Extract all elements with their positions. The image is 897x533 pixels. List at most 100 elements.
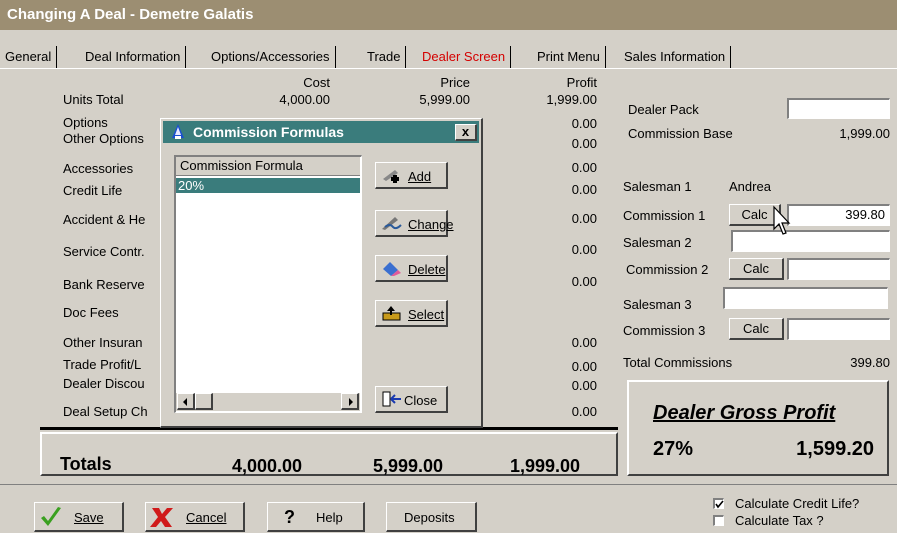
row-profit: 0.00 [571, 160, 597, 175]
row-label: Options [63, 115, 108, 130]
commission1-input[interactable]: 399.80 [787, 204, 890, 226]
checkbox-box[interactable] [713, 515, 724, 526]
cancel-button[interactable]: Cancel [145, 502, 245, 532]
header-price: Price [440, 75, 470, 90]
eraser-icon [381, 260, 401, 276]
row-profit: 0.00 [571, 242, 597, 257]
tab-options-accessories[interactable]: Options/Accessories [206, 46, 336, 68]
checkmark-icon [39, 505, 63, 532]
row-profit: 0.00 [571, 182, 597, 197]
dealer-pack-input[interactable] [787, 98, 890, 119]
row-label: Bank Reserve [63, 277, 145, 292]
select-icon [381, 305, 401, 321]
totals-price: 5,999.00 [373, 456, 444, 476]
help-label: Help [316, 510, 343, 525]
cancel-label: Cancel [186, 510, 227, 525]
commission3-label: Commission 3 [623, 323, 706, 338]
formula-list[interactable]: Commission Formula 20% [174, 155, 362, 413]
salesman2-input[interactable] [731, 230, 890, 252]
change-icon [381, 215, 402, 231]
calc2-button[interactable]: Calc [729, 258, 784, 280]
close-label: Close [404, 393, 438, 408]
commission1-label: Commission 1 [623, 208, 706, 223]
add-icon [381, 167, 401, 183]
scroll-thumb[interactable] [195, 393, 213, 410]
horizontal-scrollbar[interactable] [176, 393, 360, 411]
header-cost: Cost [303, 75, 330, 90]
row-profit: 0.00 [571, 335, 597, 350]
row-label: Dealer Discou [63, 376, 145, 391]
row-profit: 0.00 [571, 274, 597, 289]
delete-button[interactable]: Delete [375, 255, 448, 282]
totals-label: Totals [60, 454, 112, 474]
select-label: Select [408, 307, 445, 322]
dealer-gross-profit-percent: 27% [653, 438, 694, 460]
scroll-left-button[interactable] [177, 393, 195, 410]
tab-trade[interactable]: Trade [362, 46, 407, 68]
change-button[interactable]: Change [375, 210, 454, 237]
row-label: Service Contr. [63, 244, 145, 259]
total-commissions-label: Total Commissions [623, 355, 733, 370]
row-label: Accessories [63, 161, 134, 176]
window-titlebar: Changing A Deal - Demetre Galatis [0, 0, 897, 30]
mouse-cursor-icon [771, 205, 793, 244]
window-title: Changing A Deal - Demetre Galatis [7, 6, 254, 23]
tab-sales-information[interactable]: Sales Information [619, 46, 732, 68]
row-label: Other Insuran [63, 335, 143, 350]
deposits-button[interactable]: Deposits [386, 502, 477, 532]
dealer-gross-profit-amount: 1,599.20 [796, 438, 874, 460]
totals-profit: 1,999.00 [510, 456, 581, 476]
commission2-input[interactable] [787, 258, 890, 280]
tab-print-menu[interactable]: Print Menu [532, 46, 606, 68]
row-profit: 0.00 [571, 378, 597, 393]
dialog-app-icon [170, 123, 186, 143]
calc3-button[interactable]: Calc [729, 318, 784, 340]
dealer-gross-profit-title: Dealer Gross Profit [653, 402, 836, 424]
row-label: Units Total [63, 92, 124, 107]
salesman3-label: Salesman 3 [623, 297, 692, 312]
row-label: Trade Profit/L [63, 357, 142, 372]
salesman3-input[interactable] [723, 287, 888, 309]
scroll-right-button[interactable] [341, 393, 359, 410]
salesman2-label: Salesman 2 [623, 235, 692, 250]
row-profit: 0.00 [571, 404, 597, 419]
salesman1-label: Salesman 1 [623, 179, 692, 194]
totals-cost: 4,000.00 [232, 456, 303, 476]
tab-general[interactable]: General [0, 46, 58, 68]
tab-divider [0, 68, 897, 69]
help-question-icon: ? [284, 507, 295, 527]
tab-deal-information[interactable]: Deal Information [80, 46, 187, 68]
calculate-credit-life-label: Calculate Credit Life? [735, 496, 860, 511]
delete-label: Delete [408, 262, 446, 277]
arrow-right-icon [349, 398, 353, 406]
close-button[interactable]: Close [375, 386, 448, 413]
tab-dealer-screen[interactable]: Dealer Screen [417, 46, 512, 68]
row-label: Deal Setup Ch [63, 404, 148, 419]
row-label: Credit Life [63, 183, 123, 198]
commission-base-value: 1,999.00 [839, 126, 890, 141]
dealer-pack-label: Dealer Pack [628, 102, 699, 117]
calculate-tax-label: Calculate Tax ? [735, 513, 824, 528]
row-profit: 0.00 [571, 136, 597, 151]
dialog-close-x-button[interactable]: x [455, 124, 477, 141]
checkbox-box[interactable] [713, 498, 724, 509]
deposits-label: Deposits [404, 510, 455, 525]
save-button[interactable]: Save [34, 502, 124, 532]
list-item[interactable]: 20% [176, 178, 360, 193]
row-profit: 0.00 [571, 211, 597, 226]
check-icon [715, 500, 724, 509]
red-x-icon [149, 505, 175, 532]
salesman1-value: Andrea [729, 179, 771, 194]
exit-door-icon [381, 391, 401, 407]
commission-formulas-dialog: Commission Formulas x Commission Formula… [160, 118, 483, 428]
row-profit: 1,999.00 [546, 92, 597, 107]
row-profit: 0.00 [571, 359, 597, 374]
help-button[interactable]: ? Help [267, 502, 365, 532]
dealer-gross-profit-panel: Dealer Gross Profit 27% 1,599.20 [627, 380, 889, 476]
commission-base-label: Commission Base [628, 126, 733, 141]
dialog-title: Commission Formulas [193, 124, 344, 140]
select-button[interactable]: Select [375, 300, 448, 327]
bottom-divider [0, 484, 897, 485]
commission3-input[interactable] [787, 318, 890, 340]
add-button[interactable]: Add [375, 162, 448, 189]
